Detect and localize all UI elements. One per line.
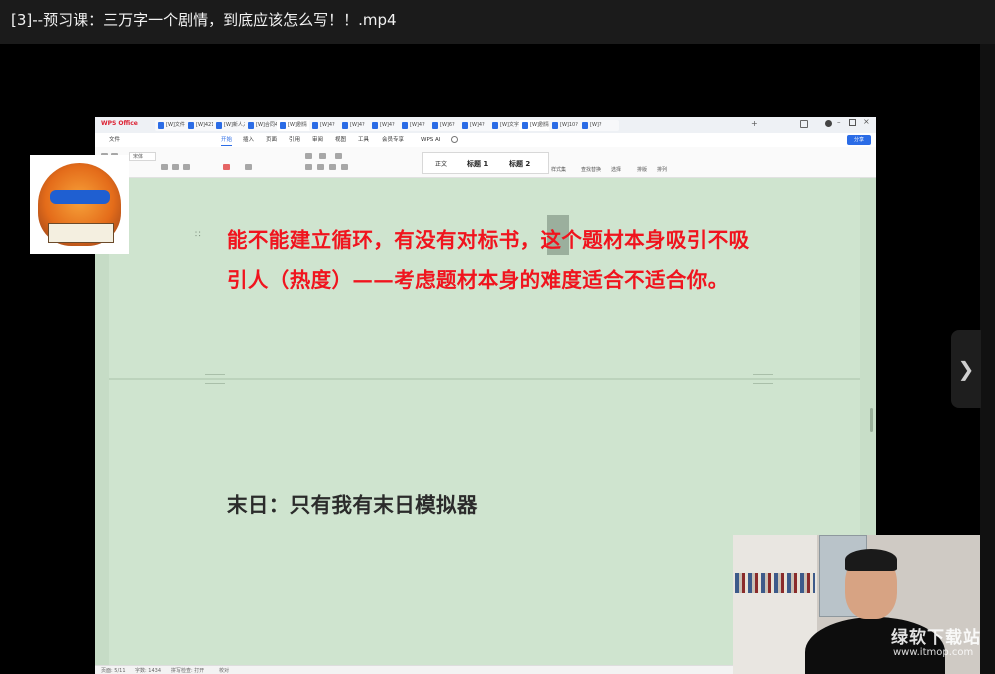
underline-icon[interactable] [183, 164, 190, 170]
next-video-button[interactable]: ❯ [951, 330, 981, 408]
highlight-icon[interactable] [245, 164, 252, 170]
watermark-brand: 绿软下载站 [891, 628, 980, 648]
cat-avatar [30, 155, 129, 254]
justify-icon[interactable] [341, 164, 348, 170]
menu-insert[interactable]: 插入 [243, 135, 254, 145]
maximize-icon[interactable] [849, 119, 856, 126]
style-set-button[interactable]: 样式集 [551, 166, 566, 173]
books-image [735, 573, 815, 593]
avatar-icon[interactable] [825, 120, 832, 127]
align-right-icon[interactable] [329, 164, 336, 170]
bullet-list-icon[interactable] [305, 153, 312, 159]
sunglasses-icon [50, 190, 110, 204]
font-name-select[interactable]: 宋体 [129, 152, 157, 161]
book-icon [48, 223, 114, 243]
black-paragraph[interactable]: 末日：只有我有末日模拟器 [227, 488, 478, 518]
wps-menubar: 文件 开始 插入 页面 引用 审阅 视图 工具 会员专享 WPS AI [95, 133, 876, 148]
word-count[interactable]: 字数: 1434 [135, 667, 161, 674]
menu-review[interactable]: 审阅 [312, 135, 323, 145]
style-gallery: 正文 标题 1 标题 2 [422, 152, 549, 174]
webcam-overlay: 绿软下载站 www.itmop.com [733, 535, 980, 674]
font-color-icon[interactable] [223, 164, 230, 170]
indent-icon[interactable] [335, 153, 342, 159]
side-panel [980, 44, 995, 674]
layout-button[interactable]: 排版 [637, 166, 647, 173]
menu-home[interactable]: 开始 [221, 135, 233, 146]
menu-member[interactable]: 会员专享 [382, 135, 404, 145]
spell-check[interactable]: 拼写检查: 打开 [171, 667, 204, 674]
red-paragraph[interactable]: 能不能建立循环，有没有对标书，这个题材本身吸引不吸引人（热度）——考虑题材本身的… [227, 220, 757, 300]
page-count[interactable]: 页面: 5/11 [101, 667, 126, 674]
page-corner-mark [753, 374, 773, 384]
wps-logo[interactable]: WPS Office [101, 120, 138, 127]
menu-page[interactable]: 页面 [266, 135, 277, 145]
doc-tab[interactable]: [W]? [579, 120, 619, 131]
menu-tools[interactable]: 工具 [358, 135, 369, 145]
menu-file[interactable]: 文件 [109, 135, 120, 145]
watermark-url: www.itmop.com [893, 647, 974, 658]
style-normal[interactable]: 正文 [435, 159, 447, 168]
proofread[interactable]: 校对 [219, 667, 229, 674]
chevron-right-icon: ❯ [957, 357, 975, 381]
video-title: [3]--预习课：三万字一个剧情，到底应该怎么写！！.mp4 [11, 11, 397, 29]
menu-wps-ai[interactable]: WPS AI [421, 135, 440, 145]
align-left-icon[interactable] [305, 164, 312, 170]
presenter-hair [845, 549, 897, 571]
style-heading1[interactable]: 标题 1 [467, 159, 488, 169]
scrollbar-thumb[interactable] [870, 408, 873, 432]
bold-icon[interactable] [161, 164, 168, 170]
share-button[interactable]: 分享 [847, 135, 871, 145]
align-center-icon[interactable] [317, 164, 324, 170]
italic-icon[interactable] [172, 164, 179, 170]
minimize-icon[interactable]: – [837, 118, 841, 126]
wps-ribbon: 宋体 正文 标题 1 标题 2 样式集 查找替换 选择 排版 排列 [95, 147, 876, 178]
select-button[interactable]: 选择 [611, 166, 621, 173]
search-icon[interactable] [451, 136, 458, 143]
wps-tab-strip: WPS Office [W]文件 [W]421 [W]新人入门 [W]合同4? … [95, 117, 876, 133]
add-tab-icon[interactable]: + [751, 119, 758, 128]
layout-icon[interactable] [800, 120, 808, 128]
number-list-icon[interactable] [319, 153, 326, 159]
close-icon[interactable]: × [863, 117, 870, 126]
find-replace-button[interactable]: 查找替换 [581, 166, 601, 173]
style-heading2[interactable]: 标题 2 [509, 159, 530, 169]
menu-reference[interactable]: 引用 [289, 135, 300, 145]
arrange-button[interactable]: 排列 [657, 166, 667, 173]
page-corner-mark [205, 374, 225, 384]
paragraph-handle-icon[interactable]: ∷ [195, 230, 201, 240]
menu-view[interactable]: 视图 [335, 135, 346, 145]
